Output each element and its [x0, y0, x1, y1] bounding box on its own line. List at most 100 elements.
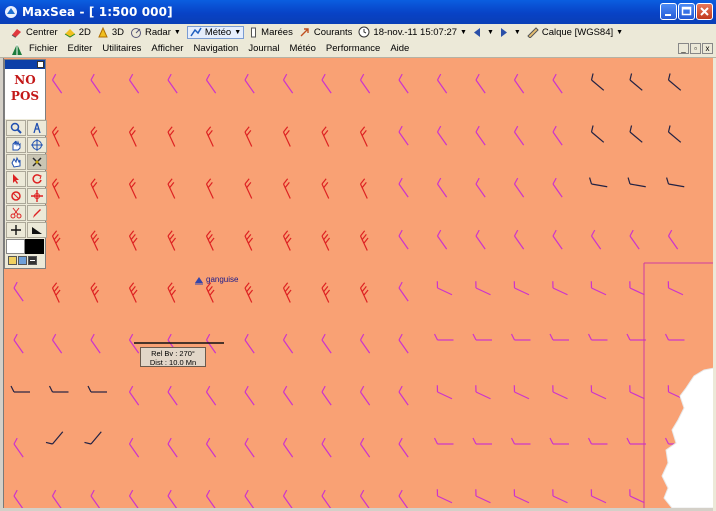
menu-aide[interactable]: Aide: [390, 43, 409, 54]
scissors-icon: [10, 207, 22, 219]
move-tool[interactable]: [27, 188, 47, 204]
menu-meteo[interactable]: Météo: [290, 43, 316, 54]
doc-minimize-button[interactable]: _: [678, 43, 689, 54]
window-title: MaxSea - [ 1:500 000]: [22, 5, 173, 19]
boat-icon[interactable]: [194, 276, 204, 286]
time-forward-button[interactable]: ▼: [500, 27, 521, 38]
wind-barb: [472, 333, 492, 341]
time-back-button[interactable]: ▼: [473, 27, 494, 38]
select-tool[interactable]: [6, 171, 26, 187]
pan-tool[interactable]: [6, 137, 26, 153]
2d-icon: [64, 28, 75, 38]
menu-afficher[interactable]: Afficher: [151, 43, 183, 54]
clock-icon: [358, 26, 370, 38]
minimize-button[interactable]: [660, 3, 677, 20]
position-status: NO POS: [5, 69, 45, 119]
mark-icon: [11, 191, 21, 201]
wind-barb: [359, 489, 371, 508]
app-icon: [5, 6, 17, 18]
view-3d-button[interactable]: 3D: [97, 26, 124, 38]
view-3d-label: 3D: [111, 26, 124, 38]
tide-gauge-icon: [251, 27, 257, 37]
menu-journal[interactable]: Journal: [248, 43, 279, 54]
menu-editer[interactable]: Editer: [68, 43, 93, 54]
center-button[interactable]: Centrer: [10, 27, 58, 38]
chevron-down-icon[interactable]: ▼: [487, 29, 494, 36]
wind-barb: [244, 230, 254, 251]
tool-palette: NO POS: [4, 59, 47, 269]
chevron-down-icon[interactable]: ▼: [174, 29, 181, 36]
current-arrow-icon: [300, 27, 309, 36]
pointer-icon: [13, 174, 19, 184]
view-2d-label: 2D: [78, 26, 91, 38]
white-swatch[interactable]: [6, 239, 26, 254]
palette-titlebar[interactable]: [5, 60, 45, 69]
wind-barb: [51, 333, 63, 354]
display-icon[interactable]: [18, 256, 27, 265]
3d-icon: [98, 26, 108, 37]
doc-restore-button[interactable]: ▫: [690, 43, 701, 54]
currents-button[interactable]: Courants: [299, 27, 352, 38]
wind-barb: [513, 229, 525, 250]
rotate-tool[interactable]: [27, 171, 47, 187]
zoom-tool[interactable]: [6, 120, 26, 136]
chevron-down-icon[interactable]: ▼: [616, 29, 623, 36]
wind-barb: [549, 437, 569, 445]
wind-barb: [513, 125, 525, 146]
close-button[interactable]: [696, 3, 713, 20]
wind-barb: [589, 177, 608, 188]
wind-barb: [205, 437, 217, 458]
wind-barb: [51, 126, 60, 147]
mode-icon[interactable]: [28, 256, 37, 265]
wind-barb: [128, 178, 137, 199]
maximize-button[interactable]: [678, 3, 695, 20]
settings-icon[interactable]: [8, 256, 17, 265]
radar-button[interactable]: Radar ▼: [130, 27, 181, 38]
chevron-down-icon[interactable]: ▼: [514, 29, 521, 36]
arrow-right-icon: [500, 27, 507, 37]
wind-barb: [13, 489, 24, 508]
wind-barb: [205, 126, 214, 147]
wind-barb: [128, 282, 138, 303]
layer-label: Calque [WGS84]: [541, 26, 614, 38]
move-arrows-icon: [31, 190, 43, 202]
menu-navigation[interactable]: Navigation: [193, 43, 238, 54]
palette-close-button[interactable]: [37, 61, 44, 68]
wind-barb: [90, 333, 101, 354]
wind-barb: [87, 385, 107, 393]
wind-barb: [629, 73, 643, 91]
wind-barb: [51, 178, 60, 199]
menu-performance[interactable]: Performance: [326, 43, 380, 54]
add-point-tool[interactable]: [6, 222, 26, 238]
target-tool[interactable]: [27, 137, 47, 153]
measure-tool[interactable]: [27, 154, 47, 170]
chart-map[interactable]: [3, 58, 713, 508]
wind-barb: [321, 178, 330, 199]
datetime-control[interactable]: 18-nov.-11 15:07:27 ▼: [358, 26, 467, 38]
wind-barb: [282, 489, 294, 508]
menu-bar: Fichier Editer Utilitaires Afficher Navi…: [0, 40, 716, 58]
wind-barb: [90, 178, 99, 199]
center-label: Centrer: [26, 26, 58, 38]
meteo-button[interactable]: Météo ▼: [186, 25, 245, 39]
datetime-value: 18-nov.-11 15:07:27: [373, 26, 458, 38]
route-tool[interactable]: [27, 120, 47, 136]
chevron-down-icon[interactable]: ▼: [234, 29, 241, 36]
wind-barb: [398, 281, 409, 302]
black-swatch[interactable]: [25, 239, 44, 254]
chevron-down-icon[interactable]: ▼: [460, 29, 467, 36]
doc-close-button[interactable]: x: [702, 43, 713, 54]
profile-tool[interactable]: [27, 222, 47, 238]
wind-barb: [244, 73, 255, 94]
layer-selector[interactable]: Calque [WGS84] ▼: [527, 27, 623, 38]
grab-tool[interactable]: [6, 154, 26, 170]
profile-icon: [32, 227, 42, 234]
menu-utilitaires[interactable]: Utilitaires: [102, 43, 141, 54]
tides-button[interactable]: Marées: [250, 27, 293, 38]
pencil-tool[interactable]: [27, 205, 47, 221]
view-2d-button[interactable]: 2D: [64, 27, 91, 38]
menu-fichier[interactable]: Fichier: [29, 43, 58, 54]
wind-barb: [282, 282, 292, 303]
cut-tool[interactable]: [6, 205, 26, 221]
mark-tool[interactable]: [6, 188, 26, 204]
